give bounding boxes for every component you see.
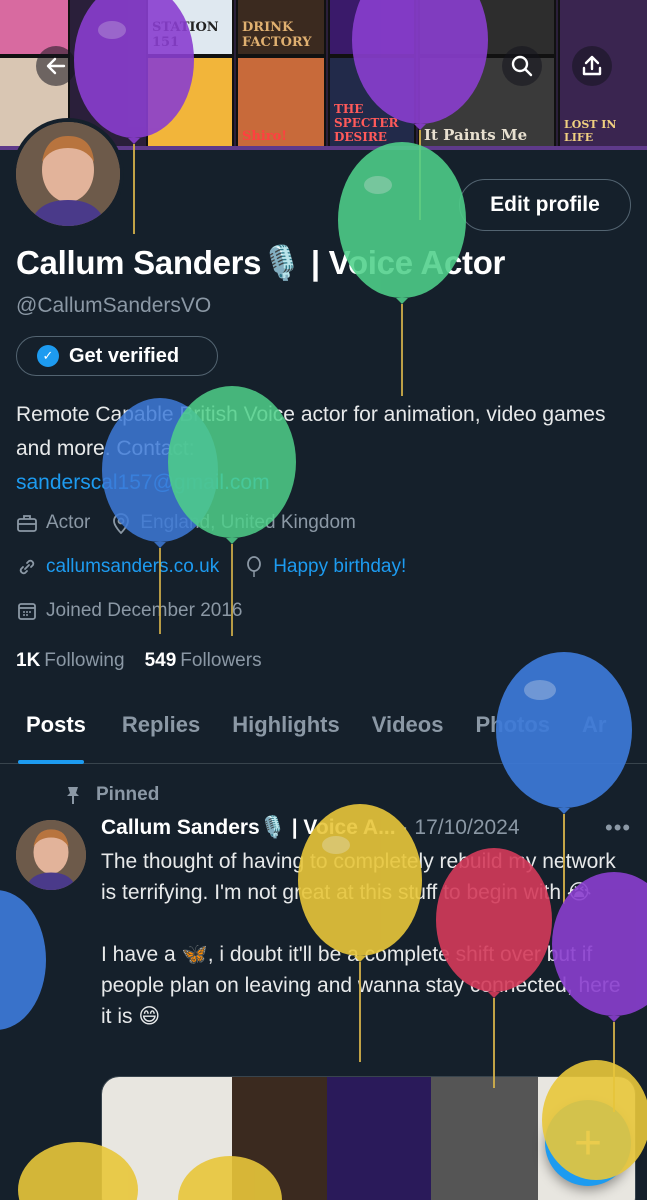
- tab-videos[interactable]: Videos: [356, 700, 460, 763]
- tab-highlights[interactable]: Highlights: [216, 700, 356, 763]
- tab-replies[interactable]: Replies: [102, 700, 216, 763]
- media-tile: [327, 1077, 431, 1200]
- banner-tile: Shiro!: [236, 56, 326, 150]
- link-icon: [16, 556, 38, 578]
- search-icon: [511, 55, 533, 77]
- share-icon: [582, 55, 602, 76]
- following-count: 1K: [16, 650, 41, 671]
- verified-badge-icon: ✓: [37, 345, 59, 367]
- following-link[interactable]: 1K Following: [16, 650, 125, 672]
- banner-tile: [418, 0, 556, 56]
- search-button[interactable]: [502, 46, 542, 86]
- profile-meta-row-2: callumsanders.co.uk Happy birthday!: [16, 556, 406, 578]
- profile-tabs: Posts Replies Highlights Videos Photos A…: [0, 700, 647, 764]
- joined-label: Joined December 2016: [46, 600, 243, 621]
- get-verified-button[interactable]: ✓ Get verified: [16, 336, 218, 376]
- location-pin-icon: [110, 512, 132, 534]
- get-verified-label: Get verified: [69, 344, 180, 367]
- briefcase-icon: [16, 512, 38, 534]
- arrow-left-icon: [46, 57, 66, 75]
- balloon-icon: [243, 556, 265, 578]
- profile-display-name: Callum Sanders🎙️ | Voice Actor: [16, 244, 506, 281]
- followers-link[interactable]: 549 Followers: [145, 650, 262, 672]
- bio-text: Remote Capable British Voice actor for a…: [16, 403, 606, 460]
- pinned-label: Pinned: [96, 784, 160, 805]
- tab-posts[interactable]: Posts: [0, 700, 102, 764]
- calendar-icon: [16, 600, 38, 622]
- location-label: England, United Kingdom: [140, 512, 356, 533]
- balloon-blue-3: [0, 890, 46, 1030]
- banner-tile: STATION 151: [146, 0, 234, 56]
- post-date: · 17/10/2024: [401, 816, 520, 839]
- share-button[interactable]: [572, 46, 612, 86]
- edit-profile-button[interactable]: Edit profile: [459, 179, 631, 231]
- back-button[interactable]: [36, 46, 76, 86]
- pinned-indicator: Pinned: [64, 784, 159, 806]
- avatar-photo: [16, 820, 86, 890]
- post-text: The thought of having to completely rebu…: [101, 850, 621, 1028]
- profile-meta-row-3: Joined December 2016: [16, 600, 242, 622]
- media-tile: [102, 1077, 232, 1200]
- avatar-photo: [16, 122, 120, 226]
- pin-icon: [67, 787, 79, 804]
- banner-tile: THE SPECTER DESIRE: [328, 56, 416, 150]
- followers-count: 549: [144, 650, 177, 671]
- follow-stats: 1K Following 549 Followers: [16, 650, 262, 672]
- post-author-name[interactable]: Callum Sanders🎙️ | Voice A...: [101, 816, 396, 840]
- website-link[interactable]: callumsanders.co.uk: [46, 556, 219, 578]
- birthday-link[interactable]: Happy birthday!: [273, 556, 406, 578]
- tab-articles[interactable]: Ar: [566, 700, 622, 763]
- banner-tile: [146, 56, 234, 150]
- banner-tile: [328, 0, 416, 56]
- following-label: Following: [44, 650, 125, 671]
- post-more-button[interactable]: •••: [605, 815, 631, 841]
- media-tile: [430, 1077, 539, 1200]
- tab-photos[interactable]: Photos: [459, 700, 566, 763]
- profile-avatar[interactable]: [12, 118, 124, 230]
- post-header: Callum Sanders🎙️ | Voice A... · 17/10/20…: [101, 816, 520, 840]
- banner-tile: DRINK FACTORY: [236, 0, 326, 56]
- profile-bio: Remote Capable British Voice actor for a…: [16, 398, 616, 500]
- followers-label: Followers: [180, 650, 262, 671]
- profession-label: Actor: [46, 512, 91, 533]
- post-author-avatar[interactable]: [16, 820, 86, 890]
- media-tile: [231, 1077, 328, 1200]
- bio-email-link[interactable]: sanderscal157@gmail.com: [16, 466, 616, 500]
- profile-handle: @CallumSandersVO: [16, 294, 212, 317]
- compose-post-button[interactable]: +: [545, 1100, 631, 1186]
- profile-meta-row-1: Actor England, United Kingdom: [16, 512, 356, 534]
